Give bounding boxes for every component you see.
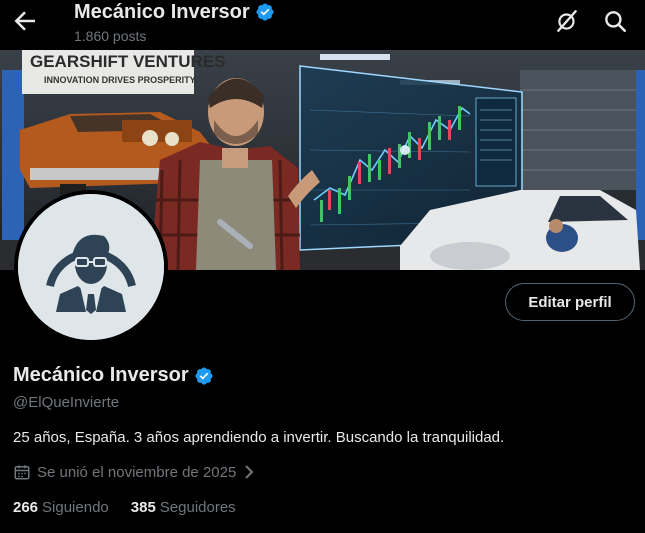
- arrow-left-icon: [14, 11, 35, 31]
- followers-link[interactable]: 385 Seguidores: [131, 499, 236, 516]
- avatar-image: [18, 194, 164, 340]
- follow-stats: 266 Siguiendo 385 Seguidores: [13, 499, 236, 516]
- followers-label: Seguidores: [159, 499, 236, 516]
- banner-sign-subtitle: INNOVATION DRIVES PROSPERITY: [44, 75, 196, 85]
- following-label: Siguiendo: [42, 499, 109, 516]
- profile-name-row: Mecánico Inversor: [13, 364, 214, 387]
- calendar-icon: [14, 465, 30, 480]
- joined-text: Se unió el noviembre de 2025: [37, 463, 237, 481]
- edit-profile-button[interactable]: Editar perfil: [505, 283, 635, 321]
- verified-badge-icon: [256, 3, 274, 21]
- profile-header: Mecánico Inversor 1.860 posts: [0, 0, 645, 50]
- chevron-right-icon: [245, 465, 254, 479]
- profile-avatar[interactable]: [14, 190, 168, 344]
- businessman-avatar-icon: [18, 194, 164, 340]
- search-button[interactable]: [602, 8, 628, 34]
- banner-sign-title: GEARSHIFT VENTURES: [30, 52, 226, 71]
- search-icon: [605, 11, 627, 33]
- following-link[interactable]: 266 Siguiendo: [13, 499, 109, 516]
- profile-bio: 25 años, España. 3 años aprendiendo a in…: [13, 429, 505, 446]
- following-count: 266: [13, 499, 39, 516]
- grok-icon: [557, 10, 577, 32]
- posts-count: 1.860 posts: [74, 28, 147, 44]
- joined-date[interactable]: Se unió el noviembre de 2025: [13, 463, 256, 481]
- grok-button[interactable]: [554, 8, 580, 34]
- header-title: Mecánico Inversor: [74, 1, 250, 23]
- profile-name: Mecánico Inversor: [13, 364, 189, 386]
- profile-handle: @ElQueInvierte: [13, 394, 120, 411]
- header-title-block: Mecánico Inversor 1.860 posts: [74, 0, 275, 44]
- verified-badge-icon[interactable]: [194, 366, 214, 386]
- followers-count: 385: [130, 499, 156, 516]
- back-button[interactable]: [10, 6, 40, 36]
